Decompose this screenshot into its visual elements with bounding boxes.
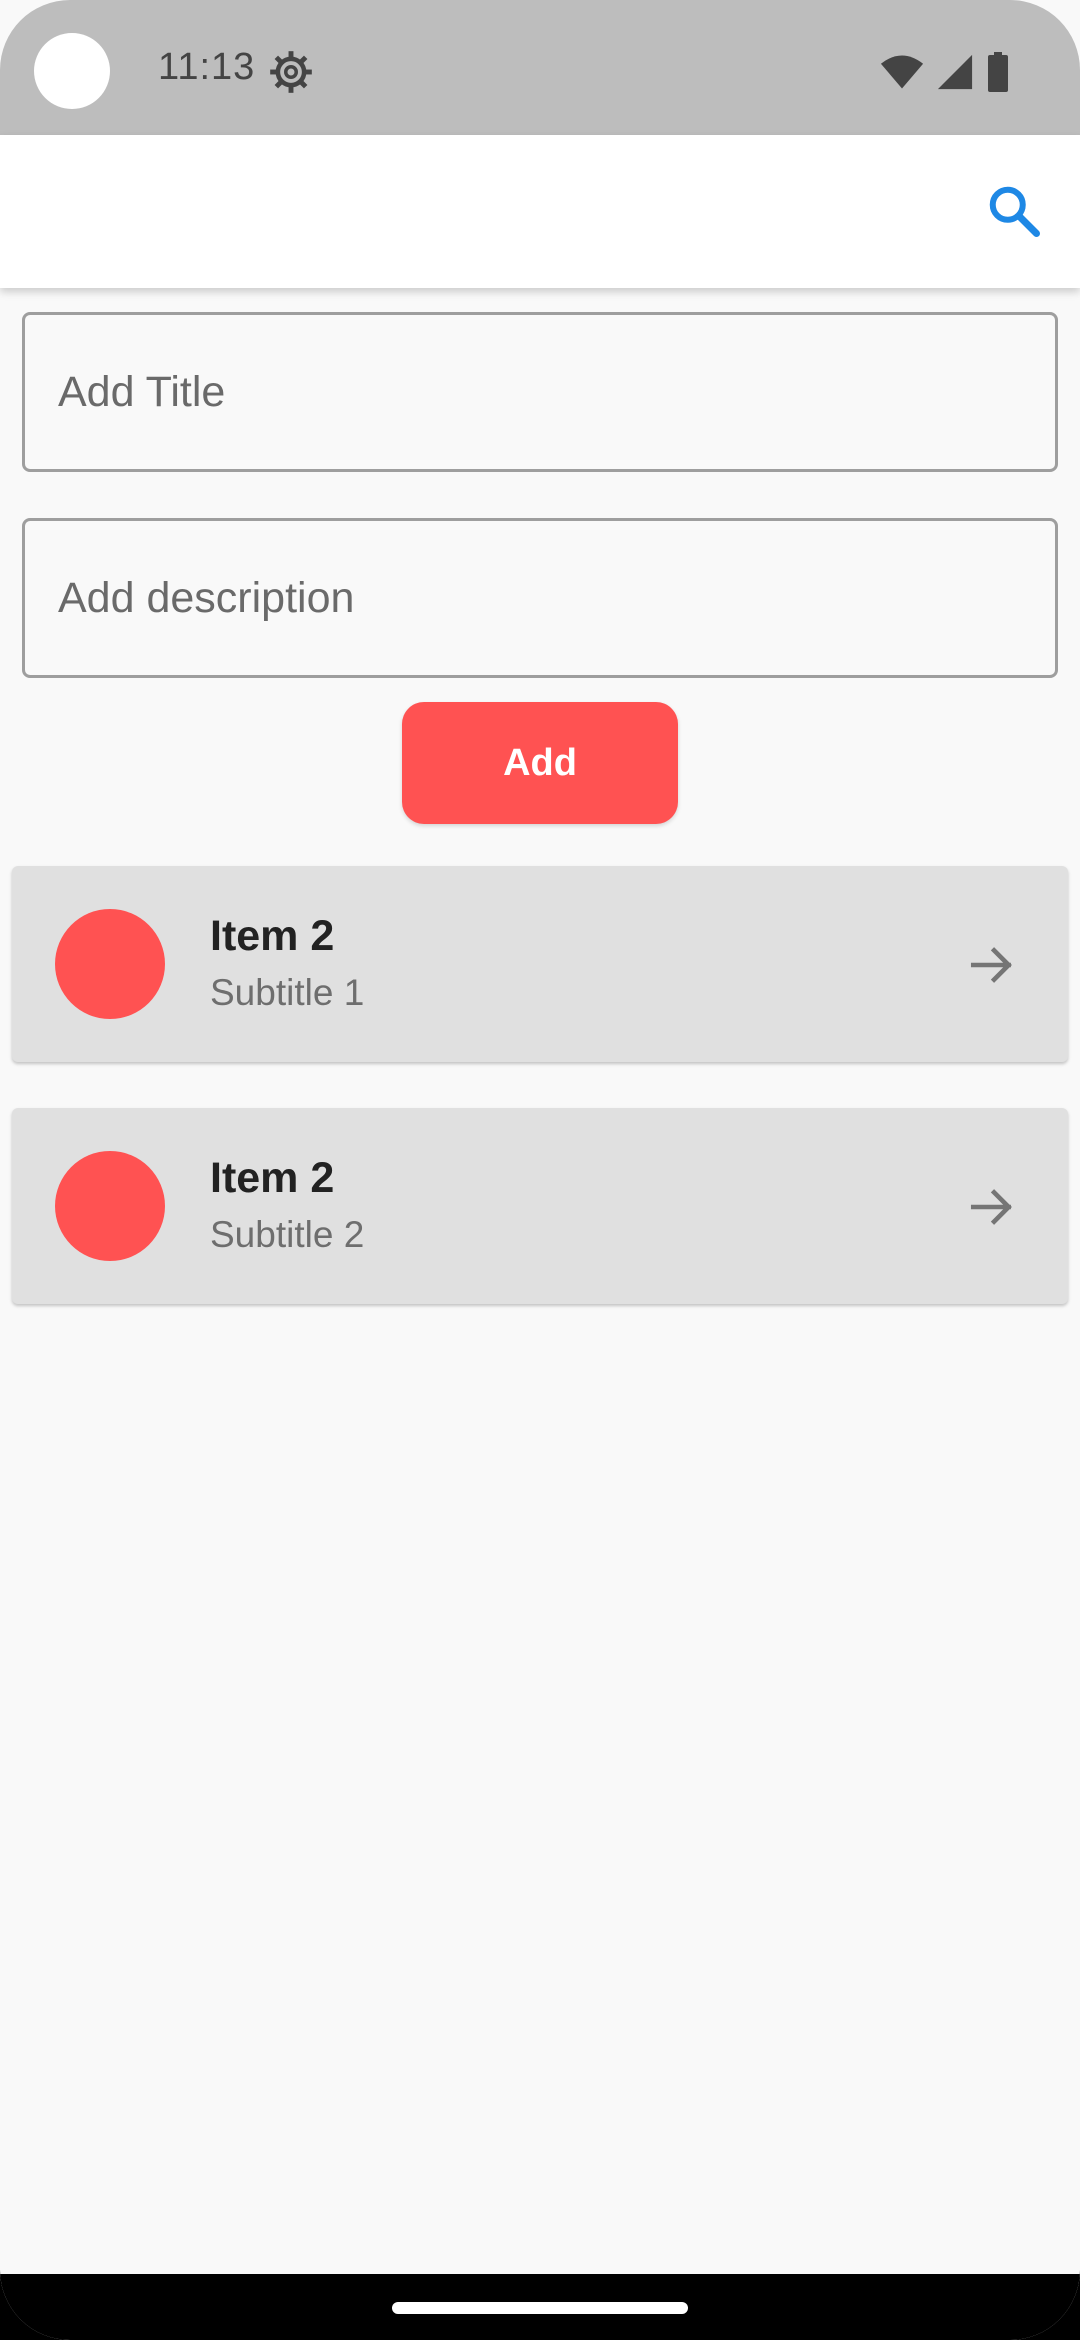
title-field [22,312,1058,472]
arrow-forward-icon[interactable] [966,1182,1018,1232]
camera-cutout [34,33,110,109]
add-button[interactable]: Add [402,702,678,824]
signal-icon [937,54,973,90]
list-item[interactable]: Item 2 Subtitle 2 [12,1108,1068,1304]
list-item[interactable]: Item 2 Subtitle 1 [12,866,1068,1062]
avatar [55,909,165,1019]
status-icons [880,52,1010,92]
avatar [55,1151,165,1261]
item-subtitle: Subtitle 1 [210,972,365,1013]
settings-icon [270,51,312,93]
search-icon[interactable] [984,181,1044,241]
item-title: Item 2 [210,1154,335,1202]
description-input[interactable] [25,521,1055,675]
app-screen: 11:13 Add Title Add description Add Item… [0,0,1080,2340]
status-bar: 11:13 [0,0,1080,135]
item-subtitle: Subtitle 2 [210,1214,365,1255]
app-bar [0,135,1080,288]
battery-icon [988,52,1008,92]
description-field [22,518,1058,678]
wifi-icon [880,55,924,89]
arrow-forward-icon[interactable] [966,940,1018,990]
item-title: Item 2 [210,912,335,960]
title-input[interactable] [25,315,1055,469]
status-time: 11:13 [158,46,256,88]
home-indicator[interactable] [392,2302,688,2314]
